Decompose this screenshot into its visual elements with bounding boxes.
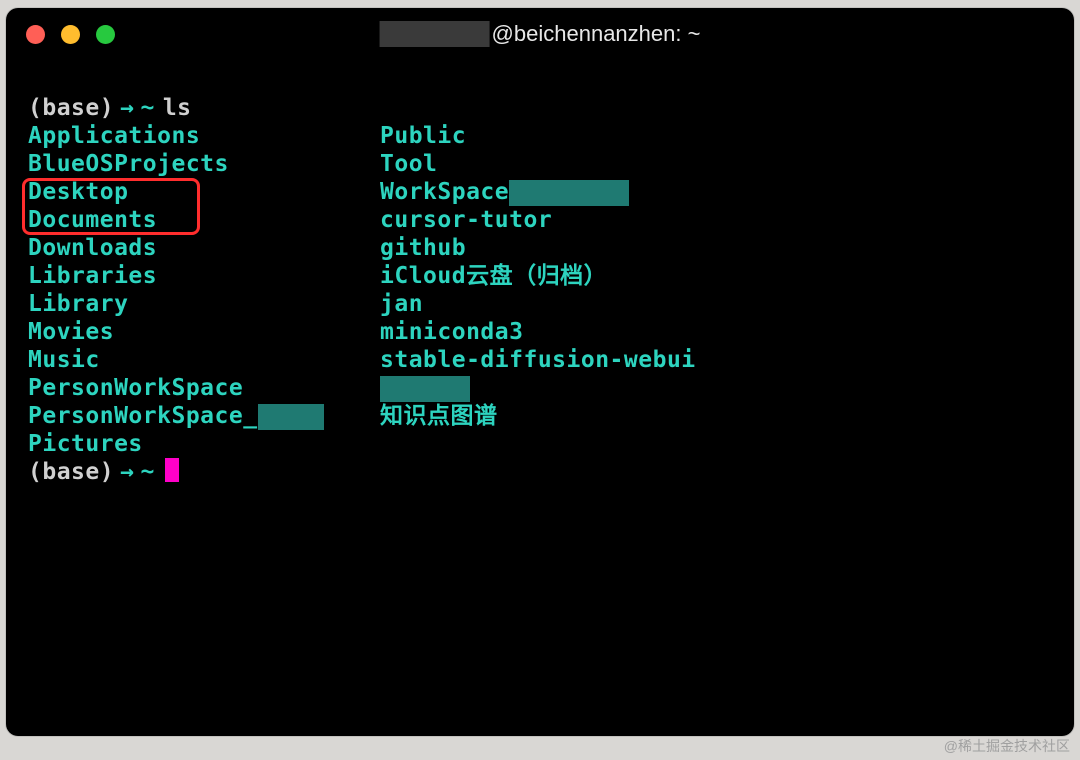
ls-item: PersonWorkSpace_ bbox=[28, 402, 380, 430]
ls-item-text: WorkSpace bbox=[380, 179, 509, 205]
prompt-line-1: (base) → ~ ls bbox=[28, 94, 1052, 122]
redacted-text bbox=[509, 180, 629, 206]
ls-column-2: Public Tool WorkSpace cursor-tutor githu… bbox=[380, 122, 1052, 458]
ls-item-text: PersonWorkSpace_ bbox=[28, 403, 258, 429]
terminal-body[interactable]: (base) → ~ ls Applications BlueOSProject… bbox=[6, 60, 1074, 486]
prompt-path: ~ bbox=[140, 458, 154, 486]
ls-item bbox=[380, 374, 1052, 402]
window-title: @beichennanzhen: ~ bbox=[380, 21, 701, 47]
ls-item: github bbox=[380, 234, 1052, 262]
ls-item: jan bbox=[380, 290, 1052, 318]
ls-item: Public bbox=[380, 122, 1052, 150]
watermark: @稀土掘金技术社区 bbox=[944, 736, 1070, 756]
ls-item: PersonWorkSpace bbox=[28, 374, 380, 402]
ls-item: WorkSpace bbox=[380, 178, 1052, 206]
titlebar: @beichennanzhen: ~ bbox=[6, 8, 1074, 60]
ls-item: 知识点图谱 bbox=[380, 402, 1052, 430]
ls-item: Tool bbox=[380, 150, 1052, 178]
ls-item: Library bbox=[28, 290, 380, 318]
ls-column-1: Applications BlueOSProjects Desktop Docu… bbox=[28, 122, 380, 458]
terminal-window: @beichennanzhen: ~ (base) → ~ ls Applica… bbox=[6, 8, 1074, 736]
prompt-arrow-icon: → bbox=[120, 94, 134, 122]
cursor-icon bbox=[165, 458, 179, 482]
ls-item: Desktop bbox=[28, 178, 380, 206]
traffic-lights bbox=[26, 25, 115, 44]
prompt-command: ls bbox=[163, 94, 192, 122]
close-icon[interactable] bbox=[26, 25, 45, 44]
prompt-env: (base) bbox=[28, 458, 114, 486]
title-suffix: @beichennanzhen: ~ bbox=[492, 21, 701, 47]
ls-item: Music bbox=[28, 346, 380, 374]
redacted-text bbox=[258, 404, 324, 430]
prompt-path: ~ bbox=[140, 94, 154, 122]
ls-item: Pictures bbox=[28, 430, 380, 458]
ls-item: Libraries bbox=[28, 262, 380, 290]
ls-output: Applications BlueOSProjects Desktop Docu… bbox=[28, 122, 1052, 458]
ls-item: Downloads bbox=[28, 234, 380, 262]
ls-item: iCloud云盘（归档） bbox=[380, 262, 1052, 290]
ls-item: Documents bbox=[28, 206, 380, 234]
ls-item: cursor-tutor bbox=[380, 206, 1052, 234]
prompt-line-2: (base) → ~ bbox=[28, 458, 1052, 486]
ls-item: stable-diffusion-webui bbox=[380, 346, 1052, 374]
prompt-env: (base) bbox=[28, 94, 114, 122]
maximize-icon[interactable] bbox=[96, 25, 115, 44]
ls-item: BlueOSProjects bbox=[28, 150, 380, 178]
ls-item: Movies bbox=[28, 318, 380, 346]
ls-item: Applications bbox=[28, 122, 380, 150]
prompt-arrow-icon: → bbox=[120, 458, 134, 486]
minimize-icon[interactable] bbox=[61, 25, 80, 44]
redacted-text bbox=[380, 376, 470, 402]
redacted-username bbox=[380, 21, 490, 47]
ls-item: miniconda3 bbox=[380, 318, 1052, 346]
